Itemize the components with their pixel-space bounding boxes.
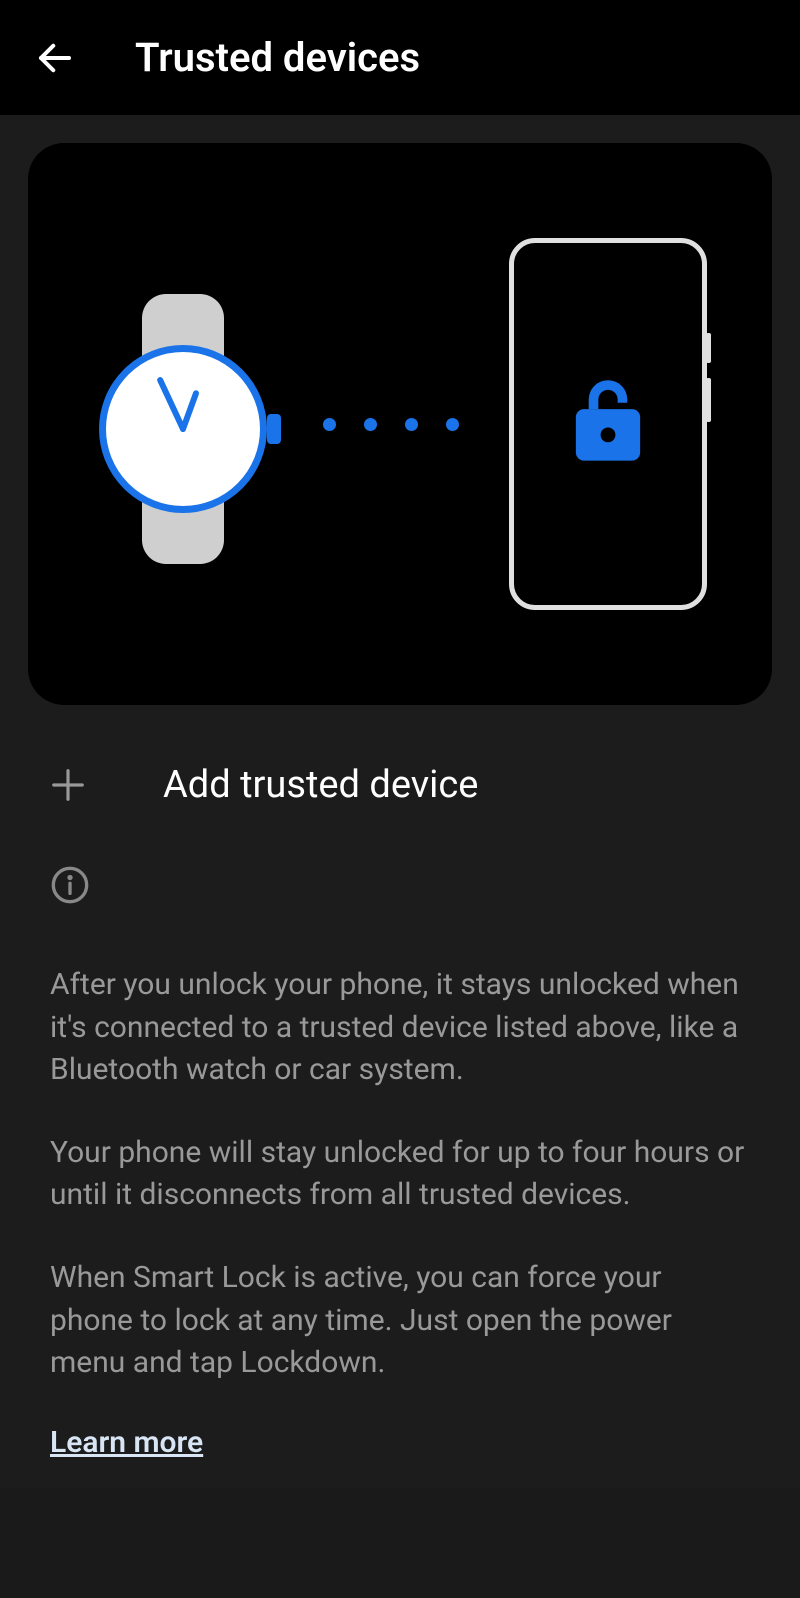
watch-icon <box>93 274 273 584</box>
info-icon <box>50 865 750 909</box>
back-button[interactable] <box>30 33 80 83</box>
info-paragraph-2: Your phone will stay unlocked for up to … <box>50 1132 750 1217</box>
learn-more-link[interactable]: Learn more <box>50 1425 203 1460</box>
app-bar: Trusted devices <box>0 0 800 115</box>
info-section: After you unlock your phone, it stays un… <box>28 847 772 1460</box>
add-trusted-device-label: Add trusted device <box>163 763 478 807</box>
unlock-icon <box>569 377 647 471</box>
info-paragraph-1: After you unlock your phone, it stays un… <box>50 964 750 1092</box>
content: Add trusted device After you unlock your… <box>0 115 800 1488</box>
phone-icon <box>509 238 707 610</box>
plus-icon <box>48 765 88 805</box>
add-trusted-device-button[interactable]: Add trusted device <box>28 705 772 847</box>
info-paragraph-3: When Smart Lock is active, you can force… <box>50 1257 750 1385</box>
illustration-card <box>28 143 772 705</box>
arrow-back-icon <box>34 37 76 79</box>
page-title: Trusted devices <box>135 34 420 81</box>
connection-dots-icon <box>323 418 459 431</box>
